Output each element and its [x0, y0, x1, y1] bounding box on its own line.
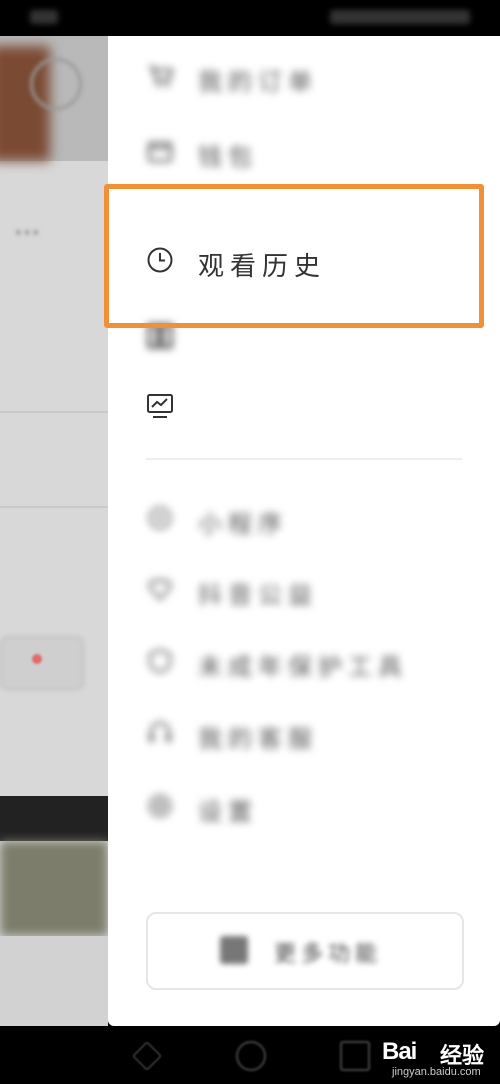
monitor-icon — [146, 392, 174, 420]
cart-icon — [146, 62, 174, 90]
wallet-icon — [146, 137, 174, 165]
profile-circle-icon — [30, 58, 82, 110]
menu-divider — [146, 458, 462, 460]
menu-item-orders[interactable]: 我的订单 — [146, 56, 486, 96]
background-text: … — [14, 211, 40, 241]
home-nav-icon[interactable] — [236, 1041, 266, 1071]
recents-nav-icon[interactable] — [340, 1041, 370, 1071]
shield-icon — [146, 647, 174, 675]
settings-icon — [146, 792, 174, 820]
baidu-jingyan-watermark: Bai 经验 jingyan.baidu.com — [378, 1030, 496, 1082]
menu-item-settings[interactable]: 设置 — [146, 786, 486, 826]
menu-item-minor-protection[interactable]: 未成年保护工具 — [146, 641, 486, 681]
menu-label: 我的客服 — [198, 725, 318, 753]
menu-label: 抖音公益 — [198, 581, 318, 609]
background-bottom-nav — [0, 936, 108, 1026]
notification-dot — [32, 654, 42, 664]
menu-item-charity[interactable]: 抖音公益 — [146, 569, 486, 609]
heart-icon — [146, 575, 174, 603]
watermark-brand: Bai — [382, 1038, 417, 1065]
more-functions-button[interactable]: 更多功能 — [146, 912, 464, 990]
menu-item-wallet[interactable]: 钱包 — [146, 131, 486, 171]
headset-icon — [146, 719, 174, 747]
menu-label: 小程序 — [198, 510, 288, 538]
menu-label: 未成年保护工具 — [198, 653, 408, 681]
background-card — [0, 636, 84, 690]
background-profile-page: … — [0, 36, 108, 1026]
menu-label: 设置 — [198, 798, 258, 826]
background-band — [0, 796, 108, 841]
miniprogram-icon — [146, 504, 174, 532]
menu-item-creator-center[interactable] — [146, 386, 486, 426]
grid-icon — [220, 936, 248, 964]
menu-label: 钱包 — [198, 143, 258, 171]
back-nav-icon[interactable] — [132, 1041, 162, 1071]
highlight-annotation-box — [104, 184, 484, 328]
menu-label: 我的订单 — [198, 68, 318, 96]
background-thumbnail — [0, 841, 108, 936]
menu-item-mini-programs[interactable]: 小程序 — [146, 498, 486, 538]
more-functions-label: 更多功能 — [274, 942, 383, 967]
watermark-url: jingyan.baidu.com — [392, 1066, 481, 1078]
menu-item-customer-service[interactable]: 我的客服 — [146, 713, 486, 753]
status-bar — [0, 0, 500, 36]
